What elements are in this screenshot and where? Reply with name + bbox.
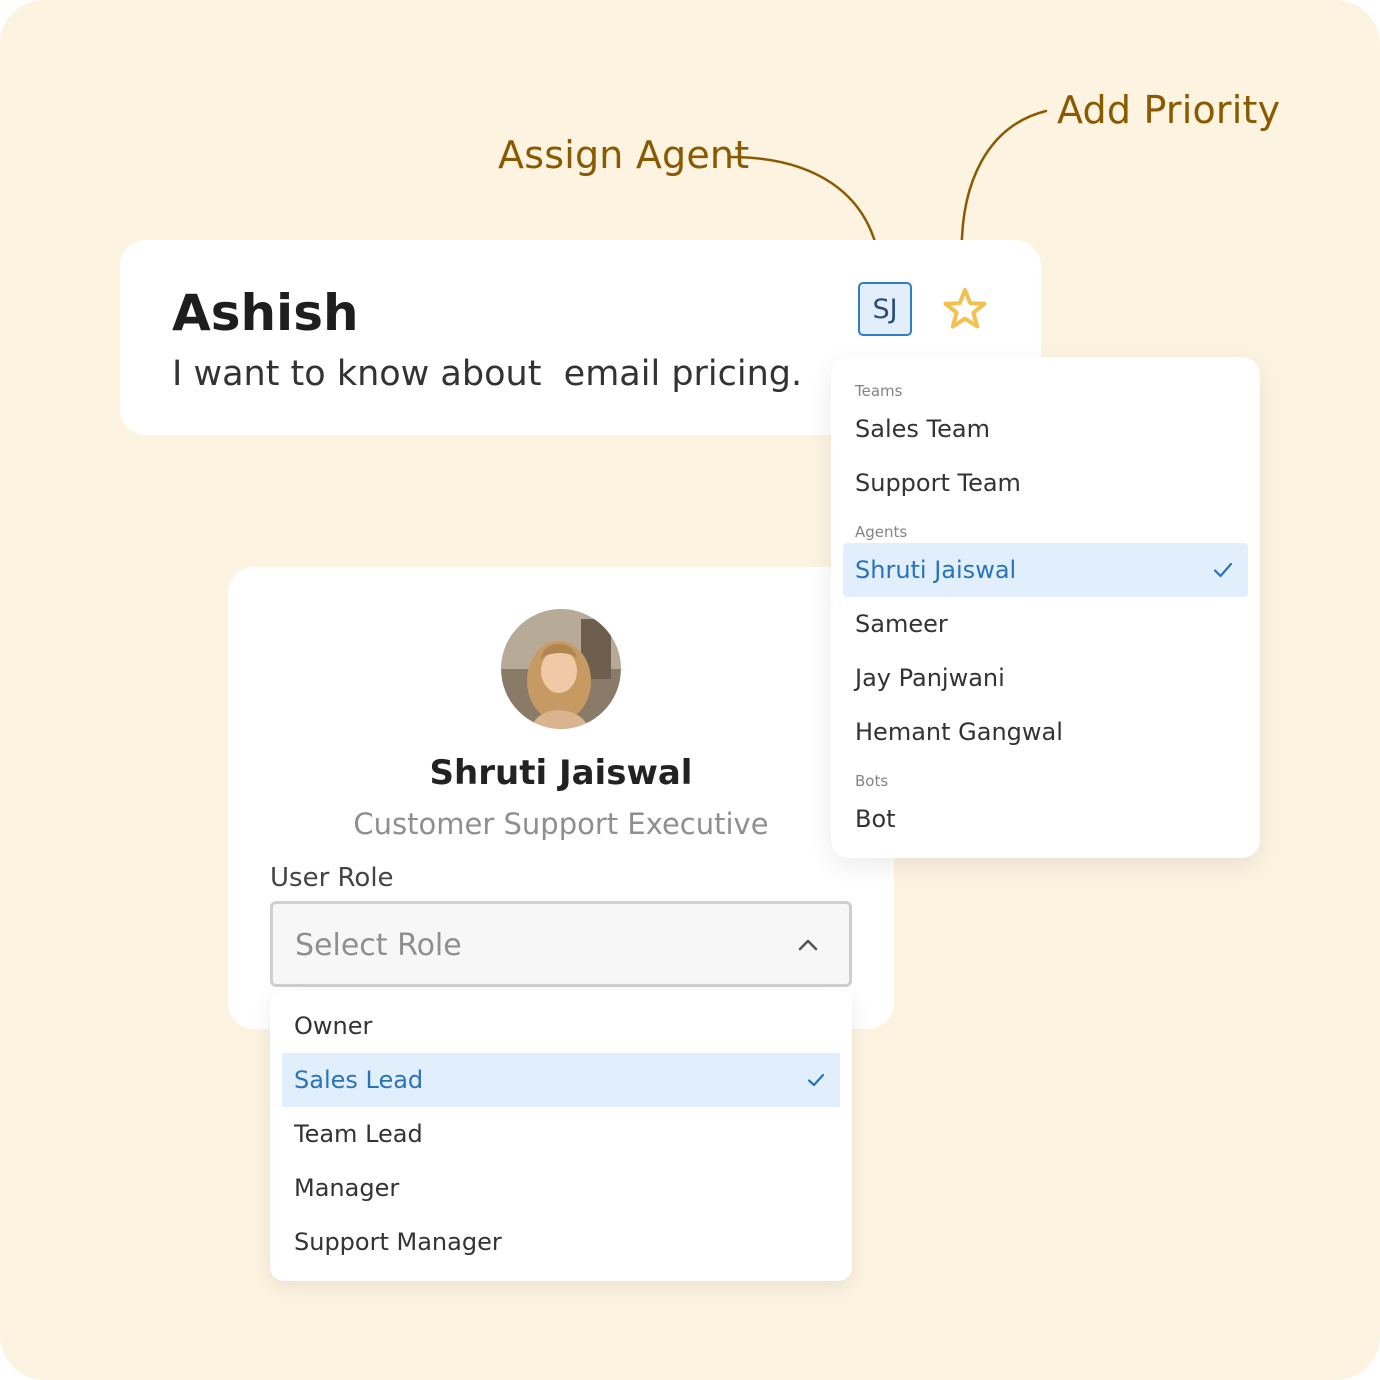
bot-option-label: Bot [855,805,896,833]
check-icon [807,1073,825,1087]
chevron-up-icon [798,939,818,951]
agent-option-sameer[interactable]: Sameer [843,597,1248,651]
role-option-team-lead[interactable]: Team Lead [282,1107,840,1161]
check-icon [1213,562,1233,578]
agent-option-label: Shruti Jaiswal [855,556,1017,584]
avatar [501,609,621,729]
star-icon[interactable] [942,286,988,332]
team-option-label: Sales Team [855,415,990,443]
profile-name: Shruti Jaiswal [429,753,693,793]
role-option-sales-lead[interactable]: Sales Lead [282,1053,840,1107]
agent-option-label: Sameer [855,610,948,638]
contact-name: Ashish [172,284,359,342]
role-option-label: Manager [294,1174,400,1202]
add-priority-annotation: Add Priority [1057,88,1281,132]
team-option-label: Support Team [855,469,1021,497]
bot-option-bot[interactable]: Bot [843,792,1248,846]
assign-agent-annotation: Assign Agent [498,133,750,177]
role-option-manager[interactable]: Manager [282,1161,840,1215]
assign-agent-menu: Teams Sales Team Support Team Agents Shr… [831,357,1260,858]
assignee-badge[interactable]: SJ [858,282,912,336]
profile-card: Shruti Jaiswal Customer Support Executiv… [228,567,894,1029]
role-select-placeholder: Select Role [295,928,462,963]
agent-option-jay-panjwani[interactable]: Jay Panjwani [843,651,1248,705]
agent-option-label: Hemant Gangwal [855,718,1063,746]
role-select[interactable]: Select Role [270,901,852,987]
teams-group-label: Teams [855,382,903,400]
role-option-label: Owner [294,1012,373,1040]
user-role-label: User Role [270,863,394,893]
role-option-label: Support Manager [294,1228,502,1256]
role-option-label: Team Lead [294,1120,423,1148]
agent-option-shruti-jaiswal[interactable]: Shruti Jaiswal [843,543,1248,597]
role-menu: Owner Sales Lead Team Lead Manager Suppo… [270,990,852,1281]
conversation-message: I want to know about email pricing. [172,354,803,394]
team-option-support-team[interactable]: Support Team [843,456,1248,510]
role-option-support-manager[interactable]: Support Manager [282,1215,840,1269]
agent-option-label: Jay Panjwani [855,664,1005,692]
bots-group-label: Bots [855,772,889,790]
canvas: Assign Agent Add Priority Ashish I want … [0,0,1380,1380]
role-option-label: Sales Lead [294,1066,424,1094]
profile-title: Customer Support Executive [353,807,769,841]
team-option-sales-team[interactable]: Sales Team [843,402,1248,456]
agents-group-label: Agents [855,523,908,541]
agent-option-hemant-gangwal[interactable]: Hemant Gangwal [843,705,1248,759]
role-option-owner[interactable]: Owner [282,999,840,1053]
